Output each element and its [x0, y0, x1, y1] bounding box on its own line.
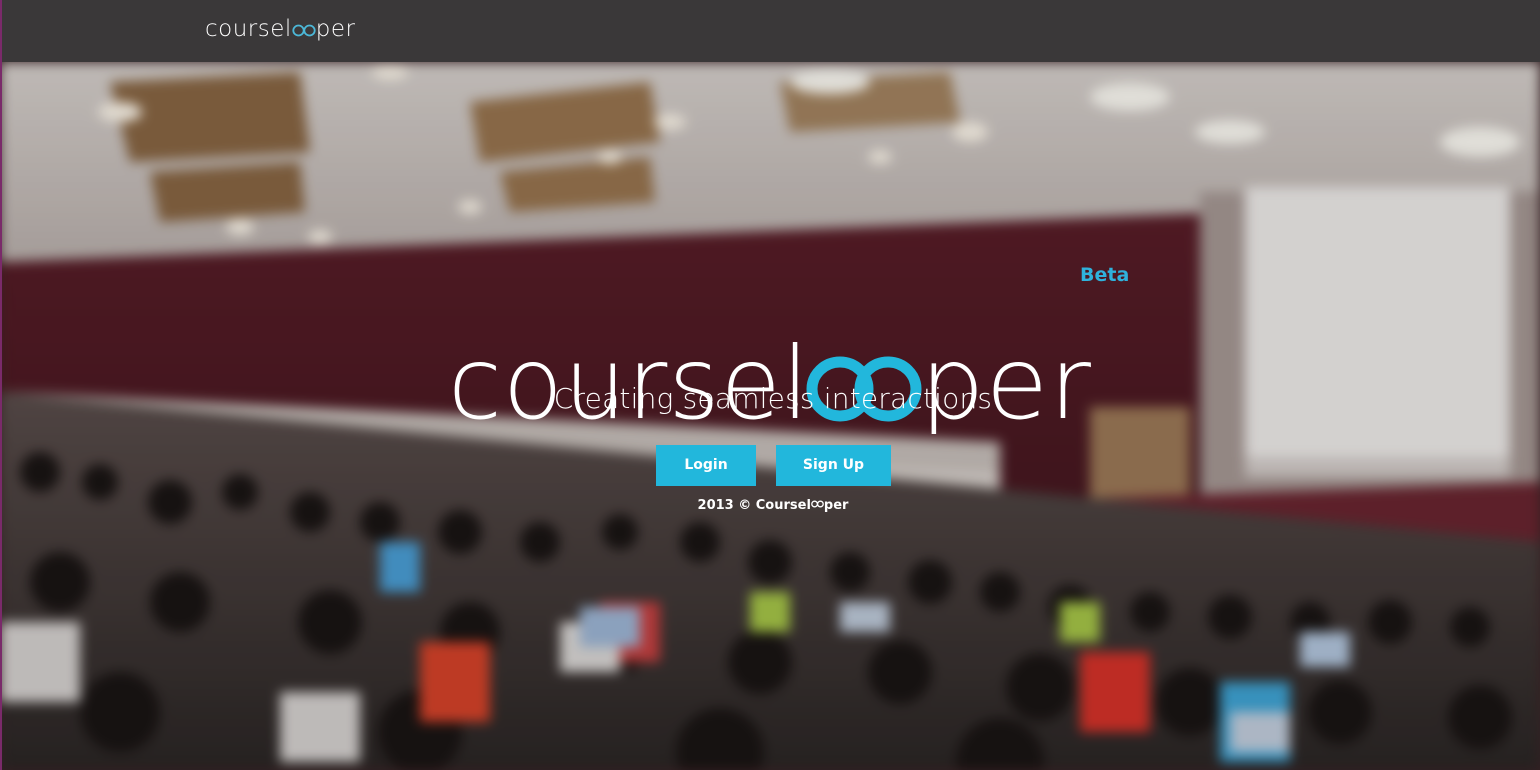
tagline: Creating seamless interactions — [553, 382, 993, 415]
landing-page: coursel per coursel per Beta Creating se… — [0, 0, 1540, 770]
hero-content: coursel per Beta Creating seamless inter… — [0, 62, 1540, 770]
signup-button[interactable]: Sign Up — [776, 445, 891, 486]
copyright-suffix: per — [823, 498, 849, 513]
infinity-logo-icon — [292, 24, 316, 37]
navbar-logo-prefix: coursel — [205, 16, 292, 42]
login-button[interactable]: Login — [656, 445, 756, 486]
copyright-footer: 2013 © Coursel per — [0, 498, 1540, 513]
mini-infinity-icon — [811, 500, 824, 508]
navbar-logo[interactable]: coursel per — [205, 16, 356, 42]
beta-badge: Beta — [1080, 264, 1130, 286]
navbar-logo-suffix: per — [315, 16, 356, 42]
window-edge — [0, 0, 2, 770]
copyright-prefix: 2013 © Coursel — [697, 498, 811, 513]
top-navbar: coursel per — [0, 0, 1540, 62]
